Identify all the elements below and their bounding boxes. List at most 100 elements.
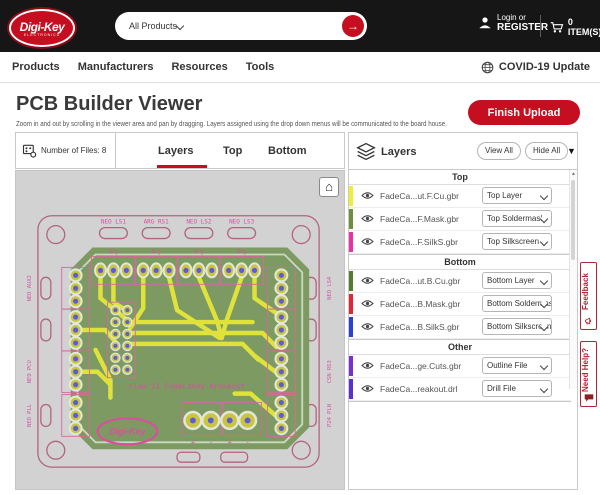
side-label: CSN RS3 — [327, 360, 333, 383]
layer-assignment-select[interactable]: Bottom Silkscreen — [482, 318, 552, 335]
tab-layers[interactable]: Layers — [158, 133, 193, 168]
side-label: NEO PCU — [27, 360, 33, 383]
side-label: NEO AUX2 — [27, 275, 33, 301]
nav-item-products[interactable]: Products — [12, 61, 60, 73]
panel-scrollbar[interactable]: ▲ — [569, 170, 577, 389]
layer-assignment-select[interactable]: Top Soldermask — [482, 210, 552, 227]
layer-row: FadeCa...ge.Cuts.gbr Outline File — [349, 355, 571, 378]
svg-text:Digi-Key: Digi-Key — [109, 426, 146, 436]
nav-item-tools[interactable]: Tools — [246, 61, 275, 73]
need-help-label: Need Help? — [581, 346, 596, 394]
search-button[interactable]: → — [342, 15, 364, 37]
visibility-eye-icon[interactable] — [361, 191, 374, 200]
layer-assignment-select[interactable]: Top Silkscreen — [482, 233, 552, 250]
layer-row: FadeCa...B.SilkS.gbr Bottom Silkscreen — [349, 316, 571, 339]
visibility-eye-icon[interactable] — [361, 322, 374, 331]
layer-assignment-select[interactable]: Top Layer — [482, 187, 552, 204]
layers-panel-title: Layers — [381, 146, 416, 158]
file-count: Number of Files: 8 — [16, 133, 116, 168]
layer-assignment-value: Top Layer — [487, 191, 522, 200]
nav-item-manufacturers[interactable]: Manufacturers — [78, 61, 154, 73]
cart-link[interactable]: 0 ITEM(S) — [550, 17, 600, 37]
layer-filename: FadeCa...F.Mask.gbr — [380, 214, 459, 224]
chevron-down-icon — [540, 277, 548, 285]
scrollbar-thumb[interactable] — [571, 180, 575, 260]
visibility-eye-icon[interactable] — [361, 299, 374, 308]
file-count-label: Number of Files: 8 — [41, 146, 106, 155]
viewer-toolbar: Number of Files: 8 Layers Top Bottom — [15, 132, 345, 169]
layer-filename: FadeCa...reakout.drl — [380, 384, 457, 394]
feedback-tab[interactable]: Feedback — [580, 262, 597, 330]
need-help-tab[interactable]: Need Help? — [580, 341, 597, 407]
group-label: Brg — [109, 249, 118, 255]
digikey-logo[interactable]: Digi-Key ELECTRONICS — [9, 9, 75, 47]
search-category-select[interactable]: All Products — [129, 21, 177, 31]
polarity-label: + — [191, 438, 195, 446]
feedback-label: Feedback — [581, 267, 596, 317]
cart-icon — [550, 20, 564, 35]
layer-assignment-select[interactable]: Bottom Soldermask — [482, 295, 552, 312]
layer-assignment-value: Outline File — [487, 361, 527, 370]
view-all-button[interactable]: View All — [477, 142, 521, 160]
finish-upload-button[interactable]: Finish Upload — [468, 100, 580, 125]
collapse-panel-icon[interactable]: ▼ — [567, 146, 576, 156]
pcb-builder-page: Digi-Key ELECTRONICS All Products → Logi… — [0, 0, 600, 495]
visibility-eye-icon[interactable] — [361, 214, 374, 223]
reset-view-button[interactable]: ⌂ — [319, 177, 339, 197]
active-tab-indicator — [157, 165, 207, 168]
chevron-down-icon — [540, 362, 548, 370]
visibility-eye-icon[interactable] — [361, 361, 374, 370]
connector-label: NEO LS2 — [186, 219, 212, 226]
home-icon: ⌂ — [325, 179, 333, 194]
layer-filename: FadeCa...ge.Cuts.gbr — [380, 361, 461, 371]
visibility-eye-icon[interactable] — [361, 276, 374, 285]
tab-bottom[interactable]: Bottom — [268, 133, 307, 168]
page-subtitle: Zoom in and out by scrolling in the view… — [16, 119, 447, 128]
files-icon — [22, 143, 37, 158]
group-label: Brg — [237, 249, 246, 255]
covid-update-link[interactable]: COVID-19 Update — [481, 52, 590, 82]
pcb-board-render: NEO LS1 ARG RS1 NEO LS2 NEO LS3 Brg Brg … — [16, 171, 344, 489]
layer-row: FadeCa...ut.F.Cu.gbr Top Layer — [349, 185, 571, 208]
side-label: NEO PLL — [27, 403, 33, 427]
layer-assignment-select[interactable]: Bottom Layer — [482, 272, 552, 289]
polarity-label: + — [228, 438, 232, 446]
layer-assignment-value: Top Soldermask — [487, 214, 544, 223]
side-label: P24 PLN — [327, 404, 333, 427]
covid-label: COVID-19 Update — [499, 61, 590, 73]
cart-count: 0 ITEM(S) — [568, 17, 600, 37]
visibility-eye-icon[interactable] — [361, 237, 374, 246]
search-bar[interactable]: All Products → — [115, 12, 367, 40]
layers-panel: Layers View All Hide All ▼ Top FadeCa...… — [348, 132, 578, 490]
scroll-up-arrow[interactable]: ▲ — [570, 171, 577, 177]
side-label: NEO LS4 — [327, 276, 333, 300]
person-icon — [478, 16, 492, 30]
login-register-link[interactable]: Login or REGISTER — [478, 13, 548, 34]
arrow-right-icon: → — [347, 19, 359, 33]
header-divider — [540, 15, 541, 37]
section-header-top: Top — [349, 170, 571, 185]
layers-panel-header: Layers View All Hide All ▼ — [349, 133, 577, 170]
layer-color-swatch — [349, 294, 353, 314]
chevron-down-icon — [540, 385, 548, 393]
pcb-viewer-canvas[interactable]: NEO LS1 ARG RS1 NEO LS2 NEO LS3 Brg Brg … — [15, 170, 345, 490]
layer-assignment-select[interactable]: Drill File — [482, 380, 552, 397]
layer-color-swatch — [349, 379, 353, 399]
layer-color-swatch — [349, 232, 353, 252]
visibility-eye-icon[interactable] — [361, 384, 374, 393]
connector-label: ARG RS1 — [144, 219, 170, 226]
polarity-label: - — [245, 438, 249, 446]
layer-color-swatch — [349, 356, 353, 376]
layer-row: FadeCa...ut.B.Cu.gbr Bottom Layer — [349, 270, 571, 293]
layer-color-swatch — [349, 209, 353, 229]
nav-item-resources[interactable]: Resources — [171, 61, 227, 73]
hide-all-button[interactable]: Hide All — [525, 142, 568, 160]
group-label: Brg — [152, 249, 161, 255]
layer-color-swatch — [349, 186, 353, 206]
layer-assignment-value: Top Silkscreen — [487, 237, 539, 246]
connector-label: NEO LS1 — [101, 219, 127, 226]
layer-assignment-select[interactable]: Outline File — [482, 357, 552, 374]
logo-text: Digi-Key — [20, 20, 65, 34]
tab-top[interactable]: Top — [223, 133, 242, 168]
layer-assignment-value: Drill File — [487, 384, 516, 393]
